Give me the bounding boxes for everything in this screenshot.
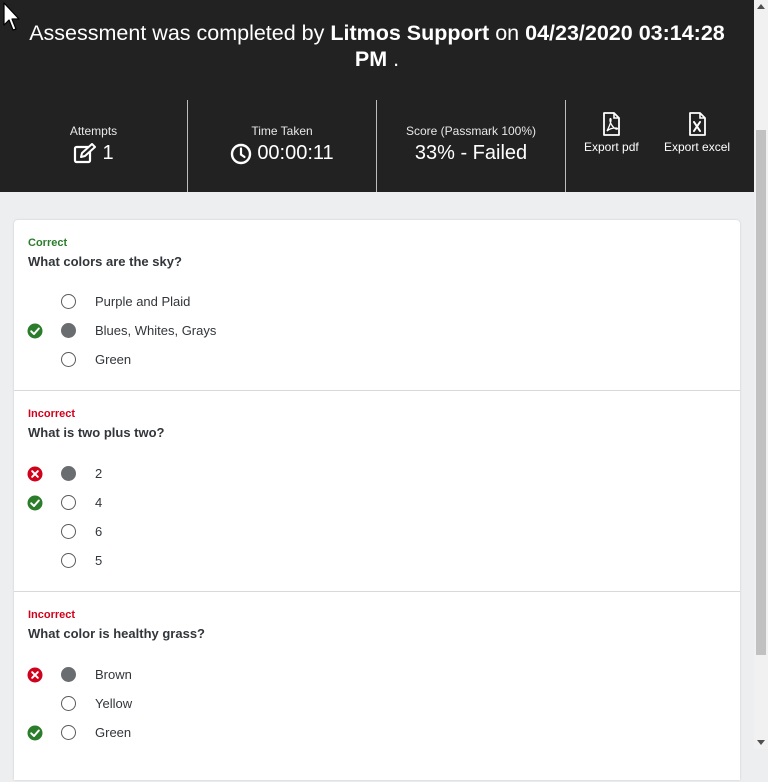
question-status: Incorrect bbox=[28, 408, 76, 420]
answer-option[interactable]: 2 bbox=[14, 463, 740, 485]
export-actions: Export pdf Export excel bbox=[566, 100, 754, 192]
results-header: Assessment was completed by Litmos Suppo… bbox=[0, 0, 754, 192]
radio-button[interactable] bbox=[61, 294, 76, 309]
export-pdf-label: Export pdf bbox=[584, 140, 639, 154]
stats-bar: Attempts 1 Time Taken 00:00:11 Score (Pa… bbox=[0, 100, 754, 192]
radio-button-selected[interactable] bbox=[61, 667, 76, 682]
mouse-pointer-icon bbox=[3, 2, 23, 37]
excel-file-icon bbox=[664, 112, 730, 136]
question-status: Incorrect bbox=[28, 609, 76, 621]
answer-option[interactable]: Blues, Whites, Grays bbox=[14, 320, 740, 342]
score-stat: Score (Passmark 100%) 33% - Failed bbox=[377, 100, 566, 192]
answer-option[interactable]: 4 bbox=[14, 492, 740, 514]
radio-button-selected[interactable] bbox=[61, 323, 76, 338]
attempts-label: Attempts bbox=[69, 124, 118, 138]
question-block: Correct What colors are the sky? Purple … bbox=[14, 220, 740, 390]
question-block: Incorrect What is two plus two? 2 4 6 5 bbox=[14, 390, 740, 591]
question-text: What color is healthy grass? bbox=[28, 626, 205, 641]
option-label: 5 bbox=[95, 553, 103, 568]
answer-option[interactable]: Green bbox=[14, 349, 740, 371]
attempts-stat: Attempts 1 bbox=[0, 100, 188, 192]
option-label: 2 bbox=[95, 466, 103, 481]
pdf-file-icon bbox=[584, 112, 639, 136]
banner-prefix: Assessment was completed by bbox=[29, 21, 325, 45]
x-circle-icon bbox=[27, 466, 43, 482]
answer-option[interactable]: Green bbox=[14, 722, 740, 744]
questions-card: Correct What colors are the sky? Purple … bbox=[14, 220, 740, 780]
time-label: Time Taken bbox=[251, 124, 313, 138]
time-value-row: 00:00:11 bbox=[188, 142, 376, 165]
question-block: Incorrect What color is healthy grass? B… bbox=[14, 591, 740, 782]
banner-on: on bbox=[495, 21, 520, 45]
option-label: 4 bbox=[95, 495, 103, 510]
x-circle-icon bbox=[27, 667, 43, 683]
radio-button[interactable] bbox=[61, 524, 76, 539]
scroll-down-arrow-icon[interactable] bbox=[757, 740, 765, 745]
question-status: Correct bbox=[28, 237, 68, 249]
completion-banner: Assessment was completed by Litmos Suppo… bbox=[10, 20, 744, 72]
answer-option[interactable]: Yellow bbox=[14, 693, 740, 715]
question-text: What is two plus two? bbox=[28, 425, 165, 440]
scroll-up-arrow-icon[interactable] bbox=[757, 4, 765, 9]
option-label: Brown bbox=[95, 667, 132, 682]
radio-button[interactable] bbox=[61, 553, 76, 568]
export-pdf-button[interactable]: Export pdf bbox=[584, 112, 639, 154]
edit-icon bbox=[73, 142, 97, 165]
check-circle-icon bbox=[27, 725, 43, 741]
score-value: 33% - Failed bbox=[414, 142, 528, 164]
time-value: 00:00:11 bbox=[257, 142, 334, 164]
option-label: Green bbox=[95, 352, 132, 367]
answer-option[interactable]: Brown bbox=[14, 664, 740, 686]
score-label: Score (Passmark 100%) bbox=[405, 124, 537, 138]
radio-button[interactable] bbox=[61, 495, 76, 510]
option-label: Yellow bbox=[95, 696, 133, 711]
answer-option[interactable]: 5 bbox=[14, 550, 740, 572]
radio-button-selected[interactable] bbox=[61, 466, 76, 481]
option-label: 6 bbox=[95, 524, 103, 539]
vertical-scrollbar[interactable] bbox=[754, 0, 768, 749]
question-text: What colors are the sky? bbox=[28, 254, 182, 269]
time-stat: Time Taken 00:00:11 bbox=[188, 100, 377, 192]
check-circle-icon bbox=[27, 495, 43, 511]
answer-option[interactable]: 6 bbox=[14, 521, 740, 543]
attempts-value-row: 1 bbox=[0, 142, 187, 165]
banner-end: . bbox=[393, 47, 400, 71]
radio-button[interactable] bbox=[61, 352, 76, 367]
banner-datetime: 04/23/2020 03:14:28 bbox=[525, 21, 725, 45]
radio-button[interactable] bbox=[61, 696, 76, 711]
attempts-value: 1 bbox=[102, 142, 114, 164]
option-label: Blues, Whites, Grays bbox=[95, 323, 217, 338]
scrollbar-thumb[interactable] bbox=[756, 130, 766, 655]
export-excel-label: Export excel bbox=[664, 140, 731, 154]
check-circle-icon bbox=[27, 323, 43, 339]
answer-option[interactable]: Purple and Plaid bbox=[14, 291, 740, 313]
banner-user: Litmos Support bbox=[330, 21, 490, 45]
clock-icon bbox=[230, 143, 252, 165]
export-excel-button[interactable]: Export excel bbox=[664, 112, 730, 154]
option-label: Green bbox=[95, 725, 132, 740]
option-label: Purple and Plaid bbox=[95, 294, 191, 309]
banner-ampm: PM bbox=[354, 47, 388, 71]
radio-button[interactable] bbox=[61, 725, 76, 740]
